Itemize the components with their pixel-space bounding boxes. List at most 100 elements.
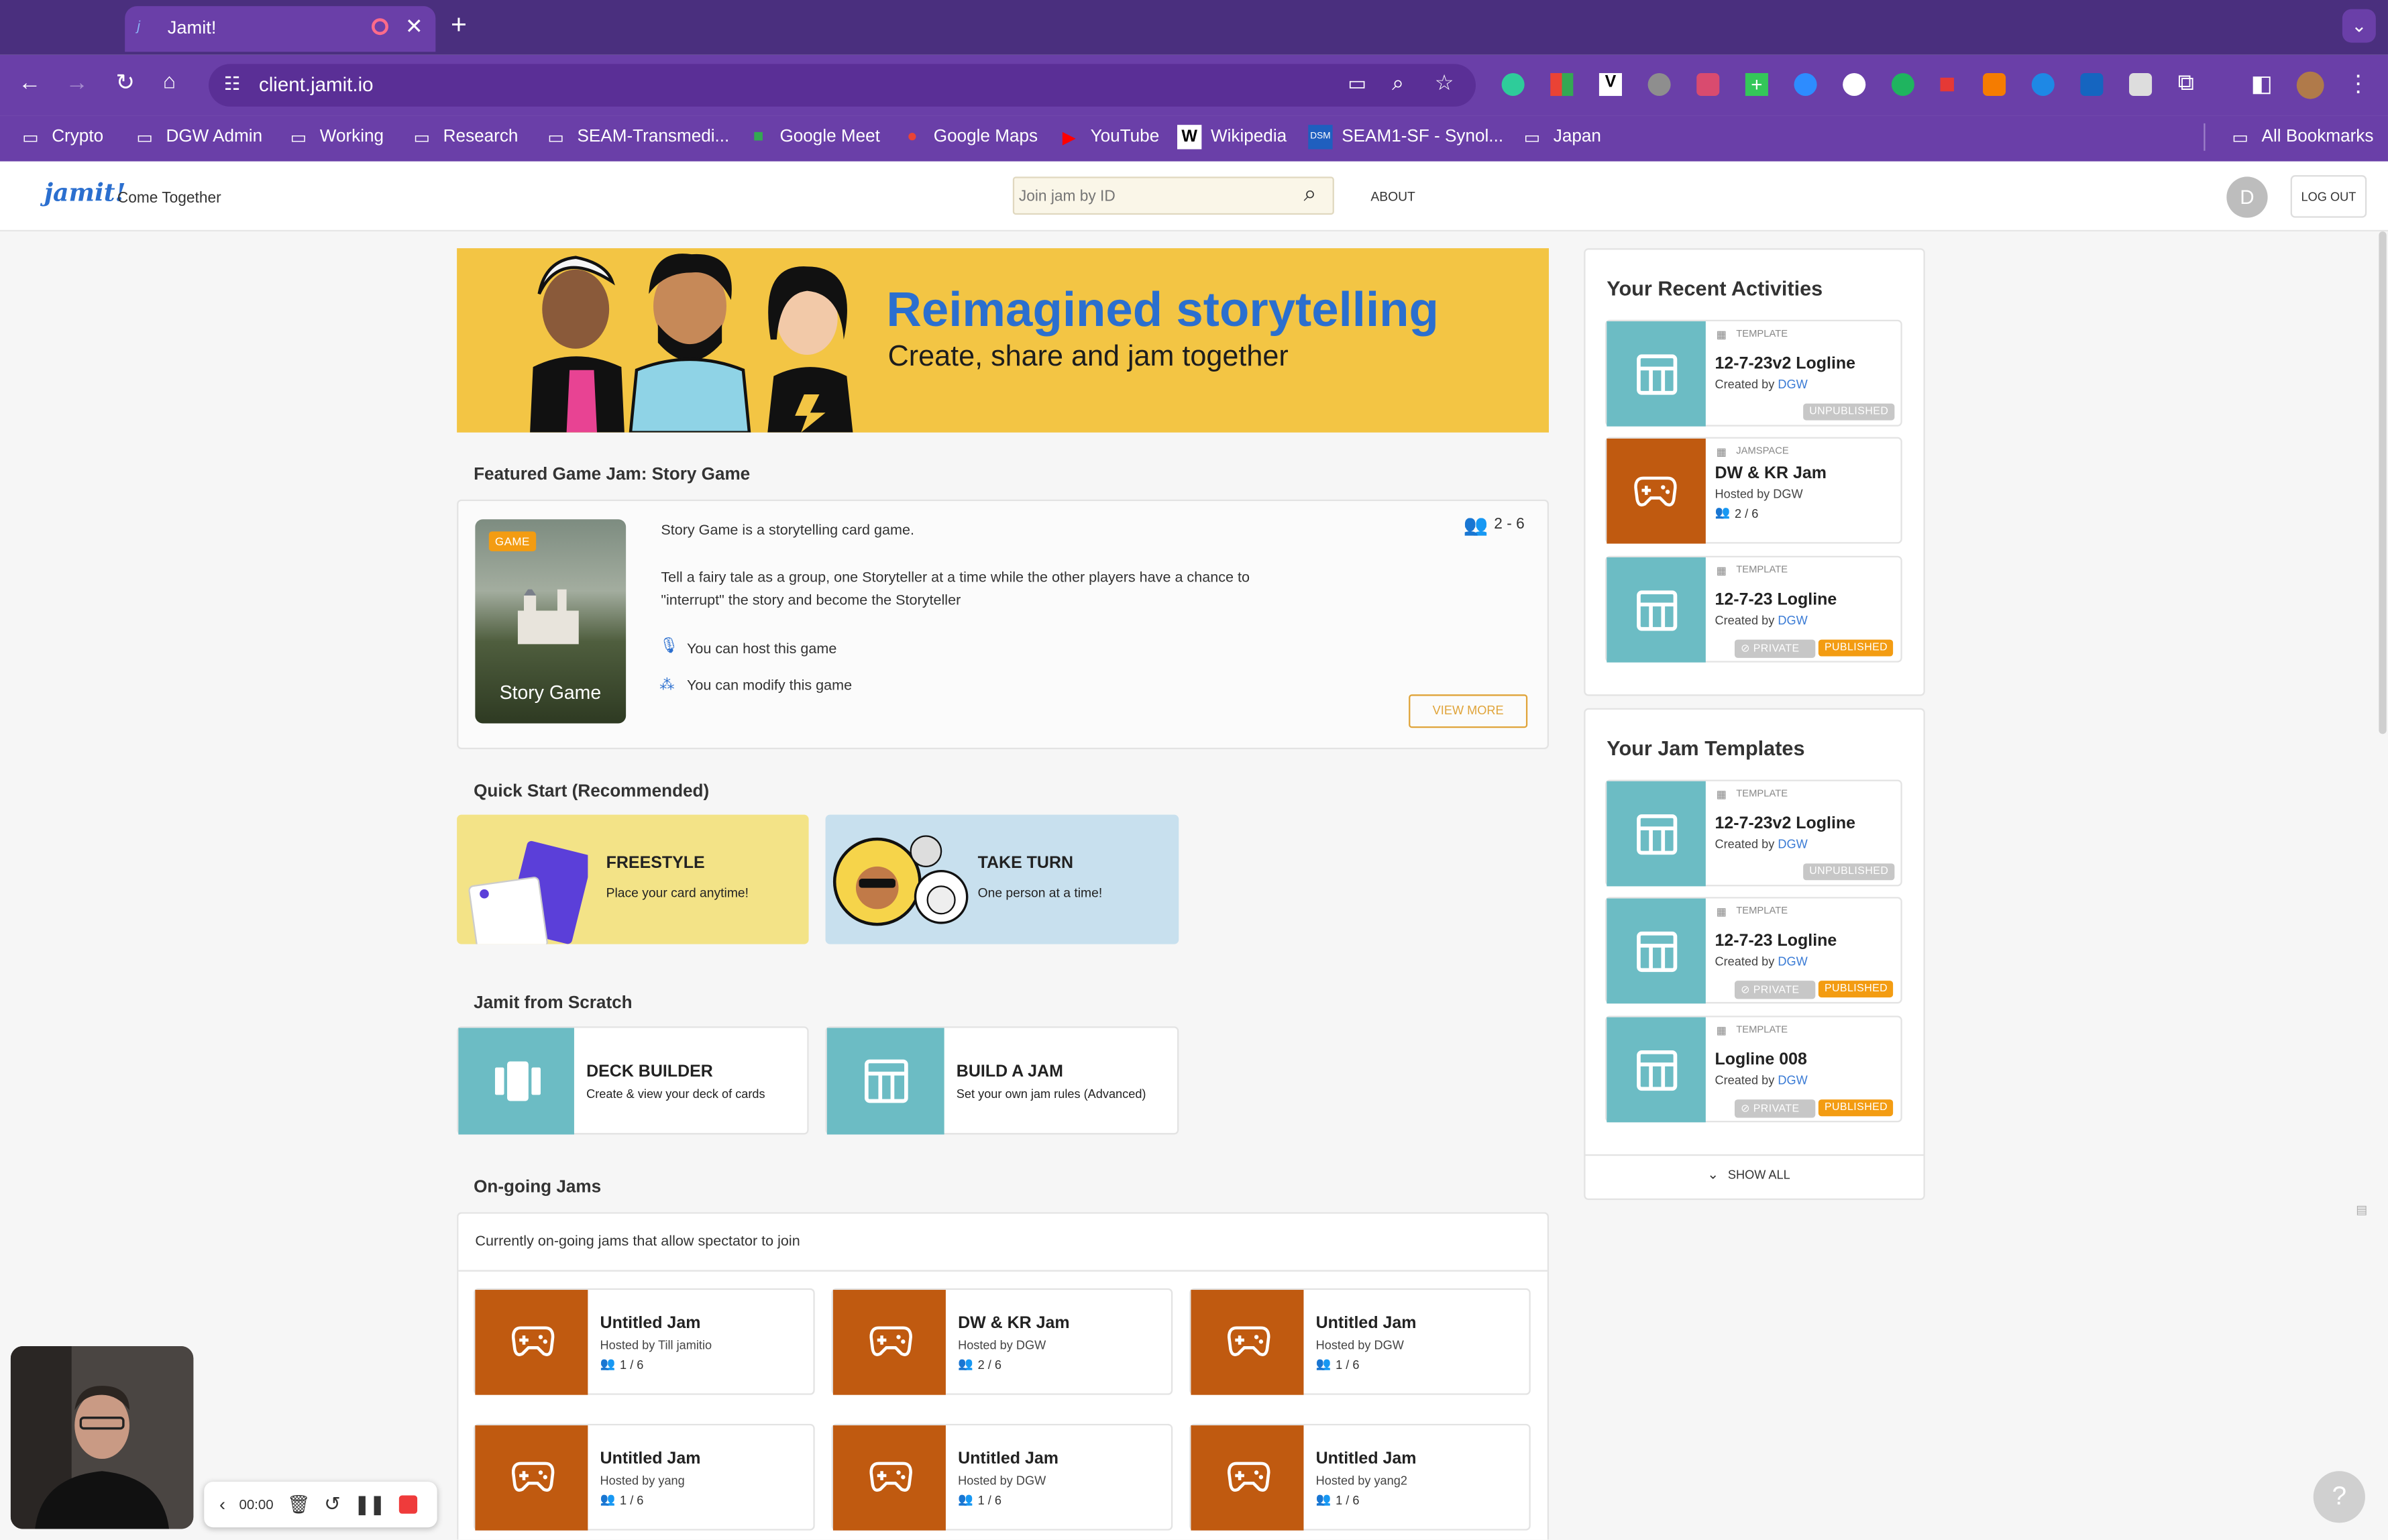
back-icon[interactable]: ← (18, 70, 41, 96)
extension-icon-13[interactable] (2080, 72, 2104, 97)
creator-link[interactable]: DGW (1778, 614, 1807, 627)
freestyle-card[interactable]: FREESTYLE Place your card anytime! (457, 814, 809, 944)
extension-icon-2[interactable] (1550, 72, 1574, 97)
extension-icon-6[interactable]: + (1745, 72, 1768, 97)
extension-icon-7[interactable] (1794, 72, 1817, 97)
jam-count: 1 / 6 (1336, 1358, 1360, 1372)
collapse-chevron-icon[interactable]: ‹ (219, 1494, 225, 1515)
template-item[interactable]: ▦ TEMPLATE 12-7-23 Logline Created by DGW… (1605, 555, 1902, 663)
template-item[interactable]: ▦ TEMPLATE 12-7-23v2 Logline Created by D… (1605, 319, 1902, 427)
extension-icon-5[interactable] (1696, 72, 1720, 97)
forward-icon[interactable]: → (66, 70, 89, 96)
creator-link[interactable]: DGW (1778, 378, 1807, 391)
participants-icon: 👥 (1315, 1356, 1332, 1371)
profile-avatar-icon[interactable] (2296, 71, 2324, 99)
pause-icon[interactable]: ❚❚ (354, 1494, 385, 1515)
new-tab-button[interactable]: + (451, 9, 467, 42)
creator-link[interactable]: DGW (1778, 838, 1807, 851)
jam-title: Untitled Jam (600, 1314, 701, 1333)
extension-icon-1[interactable] (1501, 72, 1525, 97)
jam-card[interactable]: Untitled Jam Hosted by yang 👥 1 / 6 (474, 1423, 815, 1531)
template-item[interactable]: ▦ TEMPLATE 12-7-23v2 Logline Created by D… (1605, 779, 1902, 887)
browser-tab[interactable]: j Jamit! ✕ (125, 6, 436, 52)
template-item[interactable]: ▦ TEMPLATE Logline 008 Created by DGW ⊘ PR… (1605, 1015, 1902, 1123)
about-link[interactable]: ABOUT (1370, 189, 1415, 205)
bookmark-google-maps[interactable]: ● Google Maps (900, 125, 1038, 149)
help-button[interactable]: ? (2313, 1471, 2365, 1523)
story-game-thumbnail[interactable]: GAME Story Game (475, 519, 627, 724)
restart-icon[interactable]: ↺ (324, 1492, 341, 1517)
bookmark-japan[interactable]: ▭ Japan (1520, 125, 1601, 149)
bookmark-wikipedia[interactable]: W Wikipedia (1177, 125, 1287, 150)
extension-icon-3[interactable]: V (1598, 72, 1622, 97)
reload-icon[interactable]: ↻ (116, 68, 135, 96)
folder-icon: ▭ (547, 129, 565, 148)
show-all-button[interactable]: ⌄ SHOW ALL (1707, 1166, 1790, 1183)
template-kind-icon: ▦ (1716, 790, 1727, 802)
wikipedia-icon: W (1177, 125, 1202, 150)
search-icon[interactable]: ⌕ (1303, 181, 1316, 207)
side-panel-icon[interactable]: ◧ (2251, 70, 2273, 98)
build-a-jam-card[interactable]: BUILD A JAM Set your own jam rules (Adva… (825, 1026, 1179, 1135)
extension-icon-12[interactable] (2031, 72, 2055, 97)
address-bar[interactable]: ☷ client.jamit.io ▭ ⌕ ☆ (209, 64, 1476, 107)
jam-count: 1 / 6 (1336, 1494, 1360, 1508)
bookmark-research[interactable]: ▭ Research (410, 125, 519, 149)
deck-builder-card[interactable]: DECK BUILDER Create & view your deck of … (457, 1026, 809, 1135)
eye-off-icon: ⊘ (1741, 985, 1753, 996)
bookmark-dgw-admin[interactable]: ▭ DGW Admin (133, 125, 262, 149)
bookmark-youtube[interactable]: ▶ YouTube (1057, 125, 1159, 149)
url-text[interactable]: client.jamit.io (259, 73, 374, 96)
bookmark-seam1-sf[interactable]: DSM SEAM1-SF - Synol... (1308, 125, 1503, 150)
jam-card[interactable]: DW & KR Jam Hosted by DGW 👥 2 / 6 (831, 1288, 1173, 1395)
jam-card[interactable]: Untitled Jam Hosted by DGW 👥 1 / 6 (831, 1423, 1173, 1531)
jam-card[interactable]: Untitled Jam Hosted by DGW 👥 1 / 6 (1189, 1288, 1531, 1395)
jam-card[interactable]: Untitled Jam Hosted by Till jamitio 👥 1 … (474, 1288, 815, 1395)
extension-icon-10[interactable] (1940, 77, 1954, 92)
bookmark-google-meet[interactable]: ■ Google Meet (746, 125, 880, 149)
side-widget-icon[interactable]: ▤ (2356, 1203, 2374, 1221)
template-item[interactable]: ▦ TEMPLATE 12-7-23 Logline Created by DGW… (1605, 897, 1902, 1004)
creator-link[interactable]: DGW (1778, 955, 1807, 969)
camera-icon[interactable]: ▭ (1348, 72, 1366, 96)
bookmark-star-icon[interactable]: ☆ (1435, 70, 1454, 96)
extensions-puzzle-icon[interactable]: ⧉ (2178, 70, 2194, 96)
browser-menu-icon[interactable]: ⋮ (2347, 70, 2370, 98)
all-bookmarks[interactable]: ▭ All Bookmarks (2228, 125, 2373, 149)
extension-icon-11[interactable] (1983, 72, 2006, 97)
zoom-icon[interactable]: ⌕ (1392, 70, 1404, 96)
extension-icon-8[interactable] (1843, 72, 1866, 97)
home-icon[interactable]: ⌂ (163, 68, 176, 93)
join-jam-search[interactable]: ⌕ (1012, 176, 1334, 215)
take-turn-card[interactable]: TAKE TURN One person at a time! (825, 814, 1179, 944)
creator-link[interactable]: DGW (1778, 1074, 1807, 1087)
jam-templates-title: Your Jam Templates (1607, 736, 1805, 760)
bookmark-crypto[interactable]: ▭ Crypto (18, 125, 103, 149)
youtube-icon: ▶ (1062, 129, 1076, 148)
jam-card[interactable]: Untitled Jam Hosted by yang2 👥 1 / 6 (1189, 1423, 1531, 1531)
view-more-button[interactable]: VIEW MORE (1409, 694, 1528, 728)
jamspace-item[interactable]: ▦ JAMSPACE DW & KR Jam Hosted by DGW 👥 2 … (1605, 437, 1902, 544)
tab-strip: j Jamit! ✕ + ⌄ (0, 0, 2388, 55)
featured-desc-2: Tell a fairy tale as a group, one Storyt… (661, 569, 1250, 610)
created-by-label: Created by (1715, 613, 1778, 628)
item-title: 12-7-23 Logline (1715, 932, 1837, 950)
stop-icon[interactable] (398, 1495, 417, 1514)
jam-host: Hosted by yang (600, 1474, 685, 1488)
story-game-thumb-title: Story Game (499, 682, 602, 704)
freestyle-subtitle: Place your card anytime! (606, 885, 749, 900)
scrollbar[interactable] (2379, 231, 2387, 734)
tab-search-chevron-icon[interactable]: ⌄ (2342, 9, 2376, 43)
jamit-logo[interactable]: jamit! (44, 178, 126, 207)
bookmark-seam-transmedia[interactable]: ▭ SEAM-Transmedi... (544, 125, 729, 149)
join-jam-input[interactable] (1018, 184, 1293, 209)
site-info-icon[interactable]: ☷ (224, 73, 240, 95)
extension-icon-14[interactable] (2129, 72, 2153, 97)
avatar[interactable]: D (2226, 176, 2268, 218)
close-tab-icon[interactable]: ✕ (405, 13, 423, 40)
extension-icon-9[interactable] (1891, 72, 1914, 97)
bookmark-working[interactable]: ▭ Working (286, 125, 384, 149)
logout-button[interactable]: LOG OUT (2290, 175, 2367, 218)
extension-icon-4[interactable] (1647, 72, 1671, 97)
trash-icon[interactable]: 🗑 (287, 1494, 311, 1515)
